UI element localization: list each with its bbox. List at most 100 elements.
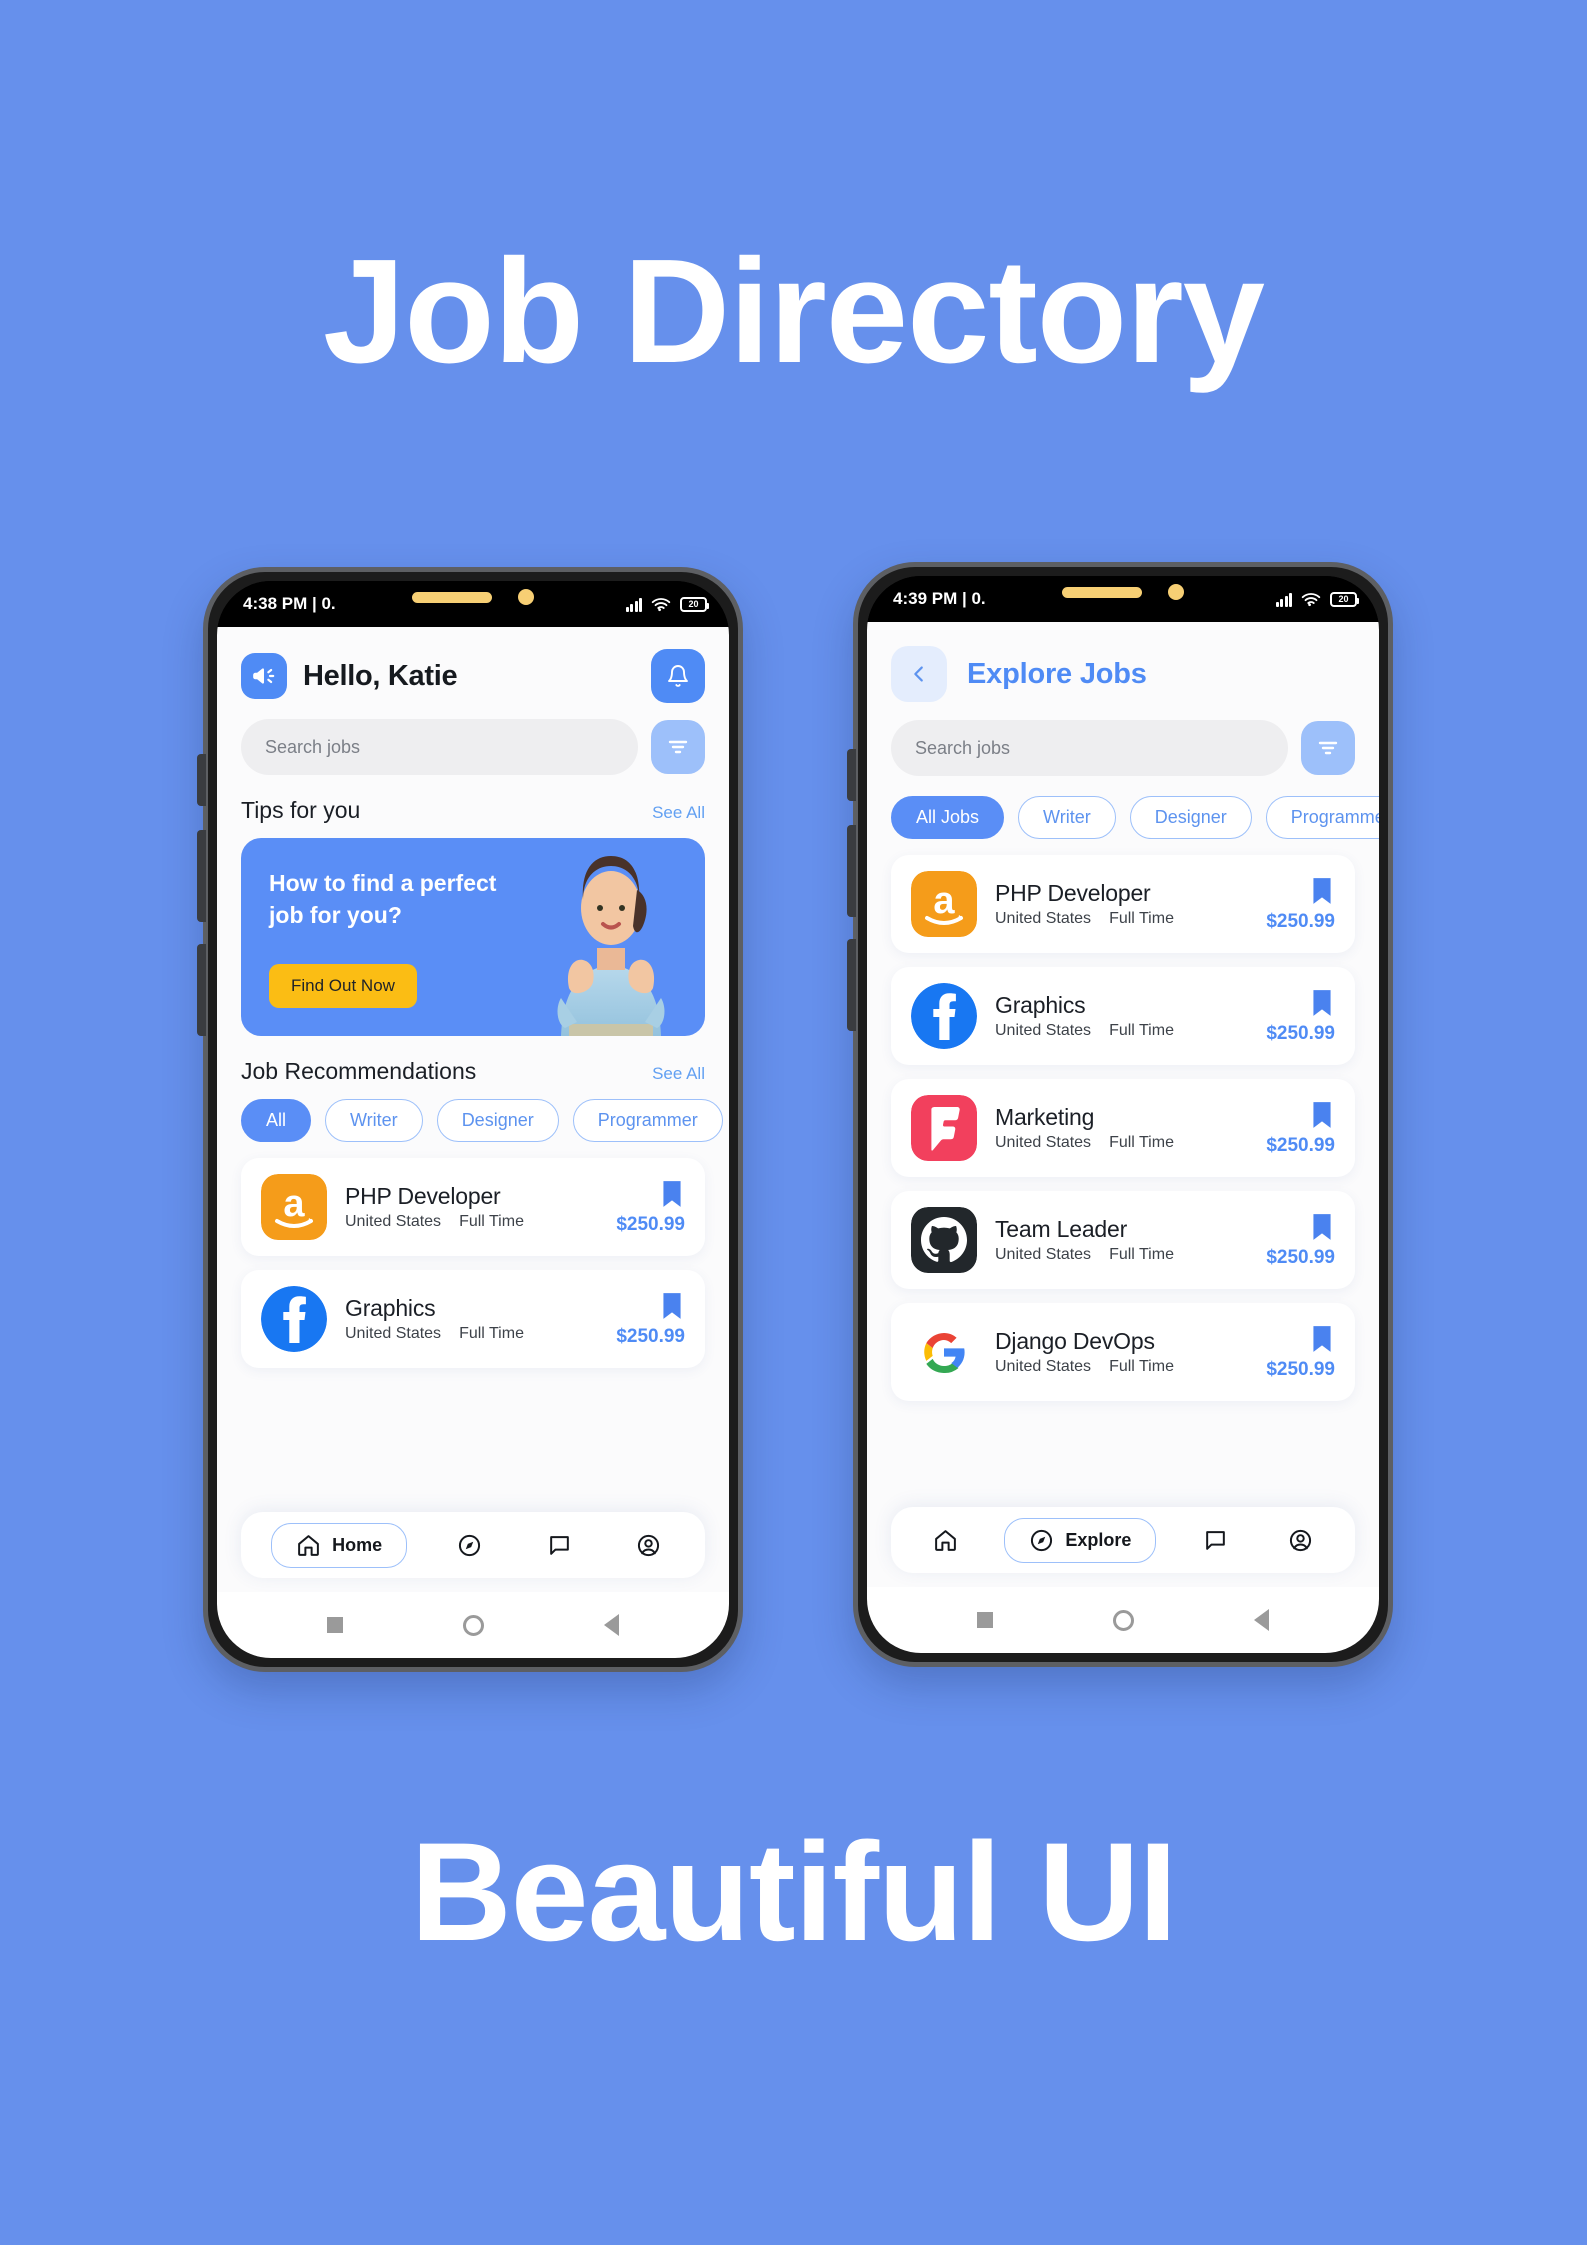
job-meta: United States Full Time — [995, 1022, 1248, 1040]
earpiece-speaker — [412, 591, 492, 603]
bookmark-icon[interactable] — [1309, 1212, 1335, 1242]
job-card[interactable]: a PHP Developer United States Full Time … — [891, 855, 1355, 953]
app-explore: Explore Jobs Search jobs All Jobs Writer D… — [867, 622, 1379, 1587]
nav-item-home[interactable] — [919, 1519, 972, 1562]
phone-volume-down-button — [197, 944, 206, 1036]
company-logo: a — [911, 871, 977, 937]
nav-item-profile[interactable] — [622, 1524, 675, 1567]
bottom-nav-wrap-explore: Explore — [891, 1507, 1355, 1573]
category-chip[interactable]: All — [241, 1099, 312, 1142]
job-price: $250.99 — [1266, 1358, 1335, 1380]
recents-icon[interactable] — [977, 1612, 993, 1628]
nav-item-profile[interactable] — [1274, 1519, 1327, 1562]
job-type: Full Time — [1109, 1358, 1174, 1375]
status-indicators: 20 — [1275, 591, 1359, 607]
banner-headline: How to find a perfect job for you? — [269, 870, 497, 928]
signal-icon — [625, 597, 642, 612]
bookmark-icon[interactable] — [659, 1291, 685, 1321]
phone-side-button — [197, 754, 206, 806]
back-triangle-icon[interactable] — [1254, 1609, 1269, 1631]
job-type: Full Time — [459, 1213, 524, 1230]
category-chip[interactable]: Designer — [436, 1099, 559, 1142]
job-info: Django DevOps United States Full Time — [995, 1328, 1248, 1376]
job-price: $250.99 — [616, 1325, 685, 1347]
bookmark-icon[interactable] — [1309, 988, 1335, 1018]
search-input[interactable]: Search jobs — [891, 720, 1288, 776]
job-card[interactable]: Marketing United States Full Time $250.9… — [891, 1079, 1355, 1177]
job-meta: United States Full Time — [995, 910, 1248, 928]
nav-item-chat[interactable] — [533, 1524, 586, 1567]
job-card[interactable]: Graphics United States Full Time $250.99 — [241, 1270, 705, 1368]
amazon-logo: a — [911, 871, 977, 937]
recommendations-see-all-link[interactable]: See All — [652, 1064, 705, 1084]
category-chip[interactable]: Writer — [1018, 796, 1116, 839]
notification-button[interactable] — [651, 649, 705, 703]
nav-item-chat[interactable] — [1189, 1519, 1242, 1562]
job-card[interactable]: a PHP Developer United States Full Time … — [241, 1158, 705, 1256]
filter-icon — [1318, 741, 1338, 755]
category-chip[interactable]: Programmer — [1265, 796, 1379, 839]
category-chips-home: All Writer Designer Programmer — [241, 1099, 723, 1142]
job-type: Full Time — [1109, 910, 1174, 927]
nav-item-compass[interactable] — [443, 1524, 496, 1567]
find-out-now-button[interactable]: Find Out Now — [269, 964, 417, 1008]
job-location: United States — [995, 1358, 1092, 1375]
search-input[interactable]: Search jobs — [241, 719, 638, 775]
earpiece-speaker — [1062, 586, 1142, 598]
home-header: Hello, Katie — [241, 627, 705, 719]
chevron-left-icon — [914, 666, 923, 682]
github-logo — [911, 1207, 977, 1273]
notch — [1062, 584, 1184, 600]
nav-item-home[interactable]: Home — [271, 1522, 408, 1568]
category-chip[interactable]: Programmer — [572, 1099, 723, 1142]
category-chip[interactable]: Designer — [1129, 796, 1252, 839]
job-price: $250.99 — [616, 1213, 685, 1235]
home-circle-icon[interactable] — [463, 1614, 484, 1636]
profile-icon — [1289, 1529, 1311, 1551]
bookmark-icon[interactable] — [1309, 1100, 1335, 1130]
job-right: $250.99 — [616, 1179, 685, 1236]
bell-icon — [668, 665, 688, 687]
home-circle-icon[interactable] — [1113, 1609, 1134, 1631]
job-location: United States — [345, 1213, 442, 1230]
battery-icon: 20 — [1330, 591, 1359, 607]
filter-button[interactable] — [651, 720, 705, 774]
back-button[interactable] — [891, 646, 947, 702]
home-icon — [935, 1529, 956, 1551]
android-navigation-bar — [217, 1592, 729, 1658]
job-title: Graphics — [995, 992, 1086, 1018]
promo-banner[interactable]: How to find a perfect job for you? Find … — [241, 838, 705, 1036]
greeting-text: Hello, Katie — [303, 659, 458, 692]
svg-text:a: a — [283, 1183, 305, 1225]
wifi-icon — [1301, 592, 1321, 606]
phone-screen-explore: 4:39 PM | 0. 20 Explore Jobs Search jobs… — [867, 576, 1379, 1653]
tips-see-all-link[interactable]: See All — [652, 803, 705, 823]
nav-item-compass[interactable]: Explore — [1004, 1517, 1157, 1563]
status-indicators: 20 — [625, 596, 709, 612]
job-info: PHP Developer United States Full Time — [345, 1183, 598, 1231]
status-bar: 4:38 PM | 0. 20 — [217, 581, 729, 627]
category-chip[interactable]: Writer — [325, 1099, 423, 1142]
bookmark-icon[interactable] — [1309, 1324, 1335, 1354]
explore-scroll-area[interactable]: Explore Jobs Search jobs All Jobs Writer D… — [867, 622, 1379, 1587]
home-scroll-area[interactable]: Hello, Katie Search jobs Tips for you Se… — [217, 627, 729, 1592]
bookmark-icon[interactable] — [659, 1179, 685, 1209]
profile-icon — [637, 1534, 659, 1556]
recents-icon[interactable] — [327, 1617, 343, 1633]
job-card[interactable]: Graphics United States Full Time $250.99 — [891, 967, 1355, 1065]
signal-icon — [1275, 592, 1292, 607]
page-title: Explore Jobs — [967, 657, 1147, 690]
back-triangle-icon[interactable] — [604, 1614, 619, 1636]
job-location: United States — [995, 1134, 1092, 1151]
status-time: 4:38 PM | 0. — [243, 594, 336, 613]
job-card[interactable]: Django DevOps United States Full Time $2… — [891, 1303, 1355, 1401]
job-list-explore: a PHP Developer United States Full Time … — [891, 855, 1355, 1401]
job-type: Full Time — [1109, 1022, 1174, 1039]
job-card[interactable]: Team Leader United States Full Time $250… — [891, 1191, 1355, 1289]
job-right: $250.99 — [1266, 876, 1335, 933]
category-chip[interactable]: All Jobs — [891, 796, 1005, 839]
bookmark-icon[interactable] — [1309, 876, 1335, 906]
filter-button[interactable] — [1301, 721, 1355, 775]
job-info: Graphics United States Full Time — [345, 1295, 598, 1343]
job-type: Full Time — [1109, 1134, 1174, 1151]
